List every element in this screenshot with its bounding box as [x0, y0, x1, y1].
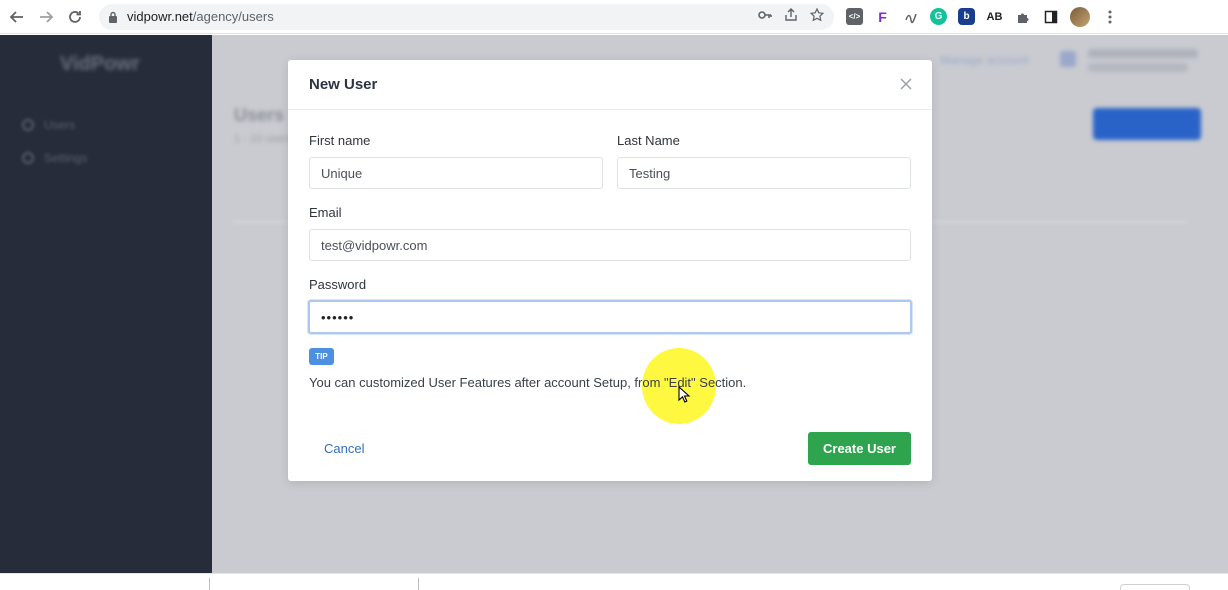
modal-title: New User — [309, 76, 378, 93]
password-label: Password — [309, 277, 367, 292]
new-user-button[interactable] — [1093, 108, 1201, 140]
modal-header: New User — [288, 60, 932, 110]
more-menu-icon[interactable] — [1101, 8, 1118, 25]
address-bar[interactable]: vidpowr.net/agency/users — [99, 3, 834, 30]
page-subtitle: 1 - 10 users — [234, 133, 293, 145]
close-icon[interactable] — [898, 76, 914, 92]
app-logo: VidPowr — [60, 53, 140, 75]
reload-icon[interactable] — [63, 5, 87, 29]
user-menu[interactable] — [1060, 47, 1200, 77]
email-label: Email — [309, 205, 342, 220]
cancel-button[interactable]: Cancel — [324, 441, 364, 456]
bottom-bar — [0, 573, 1228, 590]
users-icon — [22, 119, 34, 131]
last-name-label: Last Name — [617, 133, 680, 148]
forward-arrow-icon[interactable] — [34, 5, 58, 29]
divider — [209, 578, 210, 590]
sidebar-item-users[interactable]: Users — [22, 118, 75, 132]
manage-account-link[interactable]: Manage account — [940, 53, 1029, 67]
bottom-tab[interactable] — [1120, 584, 1190, 590]
puzzle-extensions-icon[interactable] — [1014, 8, 1031, 25]
fe-extension-icon[interactable]: F — [874, 8, 891, 25]
sidebar-item-label: Users — [44, 118, 76, 132]
mouse-cursor-icon — [678, 385, 691, 404]
grammarly-extension-icon[interactable]: G — [930, 8, 947, 25]
star-icon[interactable] — [809, 7, 825, 25]
settings-icon — [22, 152, 34, 164]
back-arrow-icon[interactable] — [5, 5, 29, 29]
first-name-input[interactable]: Unique — [309, 157, 603, 189]
sidebar: VidPowr Users Settings — [0, 35, 212, 573]
url-domain: vidpowr.net — [127, 9, 193, 24]
email-input[interactable]: test@vidpowr.com — [309, 229, 911, 261]
password-input[interactable]: •••••• — [308, 300, 912, 334]
share-icon[interactable] — [784, 8, 798, 25]
tip-badge: TIP — [309, 348, 334, 365]
lock-icon[interactable] — [107, 11, 119, 23]
url-path: /agency/users — [192, 9, 274, 24]
url-text: vidpowr.net/agency/users — [127, 9, 274, 24]
divider — [418, 578, 419, 590]
sidebar-item-label: Settings — [44, 151, 88, 165]
create-user-button[interactable]: Create User — [808, 432, 911, 465]
key-icon[interactable] — [758, 8, 772, 25]
browser-toolbar: vidpowr.net/agency/users </> F G b AB — [0, 0, 1228, 34]
sidebar-item-settings[interactable]: Settings — [22, 151, 87, 165]
ab-extension-icon[interactable]: AB — [986, 8, 1003, 25]
first-name-label: First name — [309, 133, 371, 148]
page-title: Users — [234, 105, 285, 125]
profile-avatar[interactable] — [1070, 6, 1090, 27]
blue-extension-icon[interactable]: b — [958, 8, 975, 25]
code-extension-icon[interactable]: </> — [846, 8, 863, 25]
side-panel-icon[interactable] — [1042, 8, 1059, 25]
new-user-modal: New User First name Unique Last Name Tes… — [288, 60, 932, 481]
wave-extension-icon[interactable] — [902, 8, 919, 25]
last-name-input[interactable]: Testing — [617, 157, 911, 189]
